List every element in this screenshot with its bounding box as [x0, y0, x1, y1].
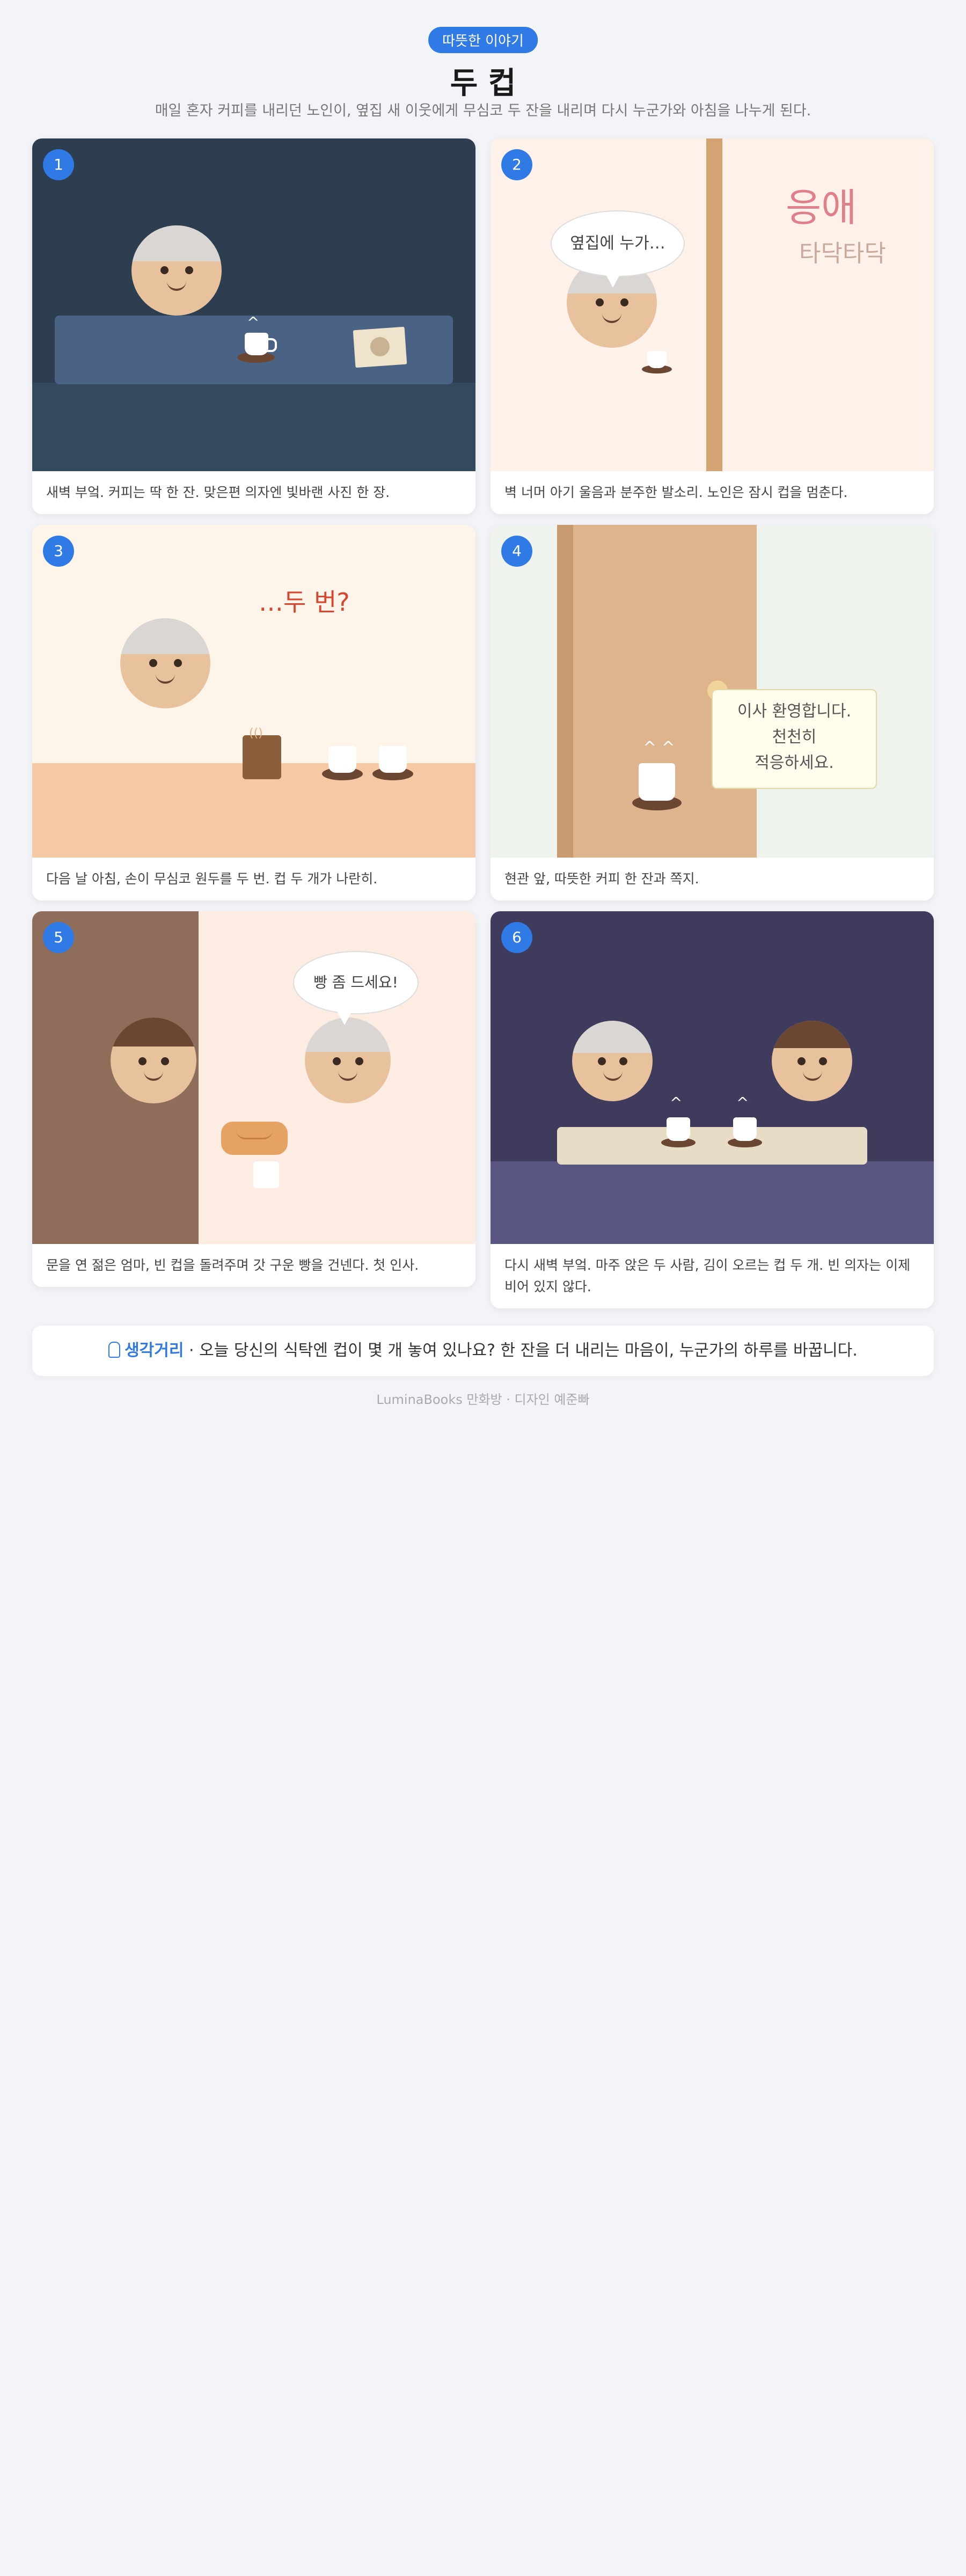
- lightbulb-icon: [108, 1342, 121, 1358]
- reflection-lead: 생각거리: [125, 1341, 184, 1360]
- reflection-text: · 오늘 당신의 식탁엔 컵이 몇 개 놓여 있나요? 한 잔을 더 내리는 마…: [184, 1341, 858, 1360]
- panel-3: 3 …두 번? (() 다음 날 아침, 손이 무심코 원두를 두 번. 컵 두…: [32, 525, 475, 901]
- coffee-cup-icon: [728, 1117, 762, 1147]
- panel-number: 6: [501, 922, 532, 953]
- coffee-cup-icon: [237, 333, 277, 363]
- bread-icon: [221, 1122, 288, 1155]
- panel-number: 2: [501, 149, 532, 180]
- credit-line: LuminaBooks 만화방 · 디자인 예준빠: [376, 1392, 590, 1407]
- page-title: 두 컵: [450, 66, 516, 101]
- wall-divider: [706, 138, 722, 471]
- panel-caption: 문을 연 젊은 엄마, 빈 컵을 돌려주며 갓 구운 빵을 건넨다. 첫 인사.: [46, 1257, 419, 1273]
- panel-4-scene: 4 ^ ^ 이사 환영합니다. 천천히 적응하세요.: [491, 525, 934, 858]
- welcome-note: 이사 환영합니다. 천천히 적응하세요.: [712, 689, 877, 789]
- coffee-cup-icon: [642, 351, 672, 374]
- panel-caption: 새벽 부엌. 커피는 딱 한 잔. 맞은편 의자엔 빛바랜 사진 한 장.: [46, 485, 390, 500]
- footsteps-sfx: 타닥타닥: [799, 240, 886, 267]
- floor: [491, 1161, 934, 1244]
- panel-1-scene: 1 ^: [32, 138, 475, 471]
- steam-icon: ^: [247, 313, 260, 331]
- door-frame: [557, 525, 573, 858]
- speech-bubble: 빵 좀 드세요!: [293, 951, 419, 1025]
- panel-caption: 다시 새벽 부엌. 마주 앉은 두 사람, 김이 오르는 컵 두 개. 빈 의자…: [504, 1257, 911, 1294]
- category-badge: 따뜻한 이야기: [428, 27, 538, 53]
- coffee-cup-icon: [372, 746, 413, 780]
- note-line: 적응하세요.: [755, 753, 834, 772]
- speech-bubble: 옆집에 누가…: [551, 210, 685, 288]
- panel-3-scene: 3 …두 번? ((): [32, 525, 475, 858]
- page-subtitle: 매일 혼자 커피를 내리던 노인이, 옆집 새 이웃에게 무심코 두 잔을 내리…: [155, 103, 811, 119]
- reflection-box: 생각거리 · 오늘 당신의 식탁엔 컵이 몇 개 놓여 있나요? 한 잔을 더 …: [32, 1326, 934, 1376]
- old-man-face: [572, 1021, 653, 1101]
- panel-6: 6 ^ ^ 다시 새벽 부엌. 마주 앉은 두 사람, 김이 오르는 컵 두 개…: [491, 911, 934, 1308]
- thought-text: …두 번?: [259, 588, 350, 617]
- panel-5-scene: 5 빵 좀 드세요!: [32, 911, 475, 1244]
- note-line: 이사 환영합니다.: [737, 702, 852, 721]
- young-mother-face: [772, 1021, 852, 1101]
- panel-1: 1 ^ 새벽 부엌. 커피는 딱 한 잔. 맞은편 의자엔 빛바랜 사진 한 장…: [32, 138, 475, 514]
- coffee-cup-icon: [632, 763, 682, 810]
- faded-photo: [353, 326, 407, 368]
- note-line: 천천히: [772, 728, 817, 747]
- panel-number: 5: [43, 922, 74, 953]
- young-mother-face: [111, 1018, 196, 1103]
- coffee-cup-icon: [661, 1117, 696, 1147]
- old-man-face: [305, 1018, 391, 1103]
- steam-icon: ^: [670, 1094, 683, 1111]
- panel-caption: 벽 너머 아기 울음과 분주한 발소리. 노인은 잠시 컵을 멈춘다.: [504, 485, 848, 500]
- panel-6-scene: 6 ^ ^: [491, 911, 934, 1244]
- coffee-grinder: ((): [243, 727, 281, 779]
- speech-text: 옆집에 누가…: [570, 234, 665, 253]
- kitchen-table: [557, 1127, 867, 1165]
- panel-caption: 현관 앞, 따뜻한 커피 한 잔과 쪽지.: [504, 871, 699, 887]
- panel-5: 5 빵 좀 드세요! 문을 연 젊은 엄마, 빈 컵을 돌려주며 갓 구운 빵을…: [32, 911, 475, 1287]
- old-man-face: [131, 225, 222, 316]
- panel-number: 3: [43, 536, 74, 567]
- panel-2-scene: 2 옆집에 누가… 응애 타닥타닥: [491, 138, 934, 471]
- speech-text: 빵 좀 드세요!: [313, 974, 398, 991]
- empty-cup-icon: [253, 1161, 279, 1188]
- steam-icon: ^: [736, 1094, 749, 1111]
- coffee-cup-icon: [322, 746, 363, 780]
- baby-cry-sfx: 응애: [786, 185, 857, 230]
- panel-number: 4: [501, 536, 532, 567]
- panel-2: 2 옆집에 누가… 응애 타닥타닥 벽 너머 아기 울음과 분주한 발소리. 노…: [491, 138, 934, 514]
- panel-caption: 다음 날 아침, 손이 무심코 원두를 두 번. 컵 두 개가 나란히.: [46, 871, 378, 887]
- comic-page: 따뜻한 이야기 두 컵 매일 혼자 커피를 내리던 노인이, 옆집 새 이웃에게…: [0, 0, 966, 2576]
- steam-icon: ^ ^: [643, 738, 675, 757]
- panel-4: 4 ^ ^ 이사 환영합니다. 천천히 적응하세요. 현관 앞, 따뜻한 커피 …: [491, 525, 934, 901]
- panel-number: 1: [43, 149, 74, 180]
- floor: [32, 383, 475, 471]
- old-man-face: [120, 618, 210, 708]
